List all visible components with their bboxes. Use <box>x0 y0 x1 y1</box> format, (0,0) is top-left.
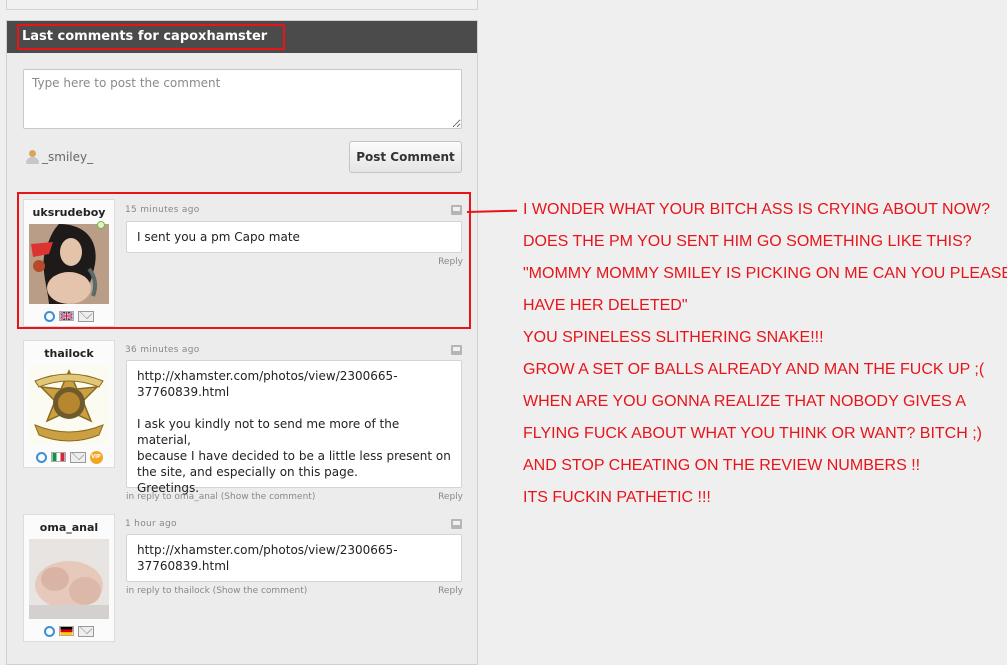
message-icon[interactable] <box>451 345 462 355</box>
comment-item: oma_anal 1 hour ago http://xhamster.com/… <box>23 514 463 642</box>
in-reply-link[interactable]: in reply to oma_anal (Show the comment) <box>126 492 315 502</box>
comment-time: 1 hour ago <box>125 519 177 529</box>
mail-icon[interactable] <box>78 625 94 637</box>
post-comment-button[interactable]: Post Comment <box>349 141 462 173</box>
vip-badge-icon: VIP <box>89 450 103 464</box>
annotation-line: AND STOP CHEATING ON THE REVIEW NUMBERS … <box>523 457 921 474</box>
mail-icon[interactable] <box>69 451 86 463</box>
annotation-line: "MOMMY MOMMY SMILEY IS PICKING ON ME CAN… <box>523 265 1007 282</box>
comment-text-line: because I have decided to be a little le… <box>137 449 451 463</box>
comment-text-line[interactable]: 37760839.html <box>137 384 451 400</box>
annotation-text: I WONDER WHAT YOUR BITCH ASS IS CRYING A… <box>523 194 1007 514</box>
highlight-box <box>17 192 471 329</box>
author-name[interactable]: thailock <box>24 347 114 361</box>
author-card: oma_anal <box>23 514 115 642</box>
author-card: thailock VIP <box>23 340 115 468</box>
panel-title: Last comments for capoxhamster <box>17 24 285 50</box>
avatar[interactable] <box>29 365 109 445</box>
comment-text-line[interactable]: http://xhamster.com/photos/view/2300665- <box>137 368 451 384</box>
comments-panel: Last comments for capoxhamster _smiley_ … <box>6 20 478 665</box>
comment-time: 36 minutes ago <box>125 345 200 355</box>
annotation-line: GROW A SET OF BALLS ALREADY AND MAN THE … <box>523 361 985 378</box>
reply-link[interactable]: Reply <box>438 586 463 596</box>
current-username: _smiley_ <box>42 150 94 164</box>
comment-text-line: I ask you kindly not to send me more of … <box>137 417 400 447</box>
annotation-line: HAVE HER DELETED" <box>523 297 688 314</box>
comment-input[interactable] <box>23 69 462 129</box>
comment-body: http://xhamster.com/photos/view/2300665-… <box>126 534 462 582</box>
italy-flag-icon <box>50 452 66 462</box>
author-icons: VIP <box>24 449 114 465</box>
annotation-line: I WONDER WHAT YOUR BITCH ASS IS CRYING A… <box>523 201 991 218</box>
annotation-line: FLYING FUCK ABOUT WHAT YOU THINK OR WANT… <box>523 425 983 442</box>
current-user: _smiley_ <box>25 147 93 167</box>
comment-text-line: the site, and especially on this page. <box>137 465 358 479</box>
user-icon <box>25 150 39 164</box>
germany-flag-icon <box>59 626 74 636</box>
comment-text-line[interactable]: http://xhamster.com/photos/view/2300665- <box>137 542 451 558</box>
annotation-line: ITS FUCKIN PATHETIC !!! <box>523 489 711 506</box>
comment-item: thailock VIP 36 minutes ago http://xhams… <box>23 340 463 502</box>
author-icons <box>24 623 114 639</box>
previous-panel-edge <box>6 0 478 10</box>
annotation-line: DOES THE PM YOU SENT HIM GO SOMETHING LI… <box>523 233 972 250</box>
message-icon[interactable] <box>451 519 462 529</box>
comment-text-line[interactable]: 37760839.html <box>137 558 451 574</box>
in-reply-link[interactable]: in reply to thailock (Show the comment) <box>126 586 307 596</box>
annotation-pointer-line <box>466 209 518 213</box>
avatar[interactable] <box>29 539 109 619</box>
comment-body: http://xhamster.com/photos/view/2300665-… <box>126 360 462 495</box>
reply-link[interactable]: Reply <box>438 492 463 502</box>
annotation-line: WHEN ARE YOU GONNA REALIZE THAT NOBODY G… <box>523 393 967 410</box>
male-icon <box>35 451 47 463</box>
male-icon <box>44 625 55 637</box>
author-name[interactable]: oma_anal <box>24 521 114 535</box>
annotation-line: YOU SPINELESS SLITHERING SNAKE!!! <box>523 329 824 346</box>
panel-header: Last comments for capoxhamster <box>7 21 477 53</box>
